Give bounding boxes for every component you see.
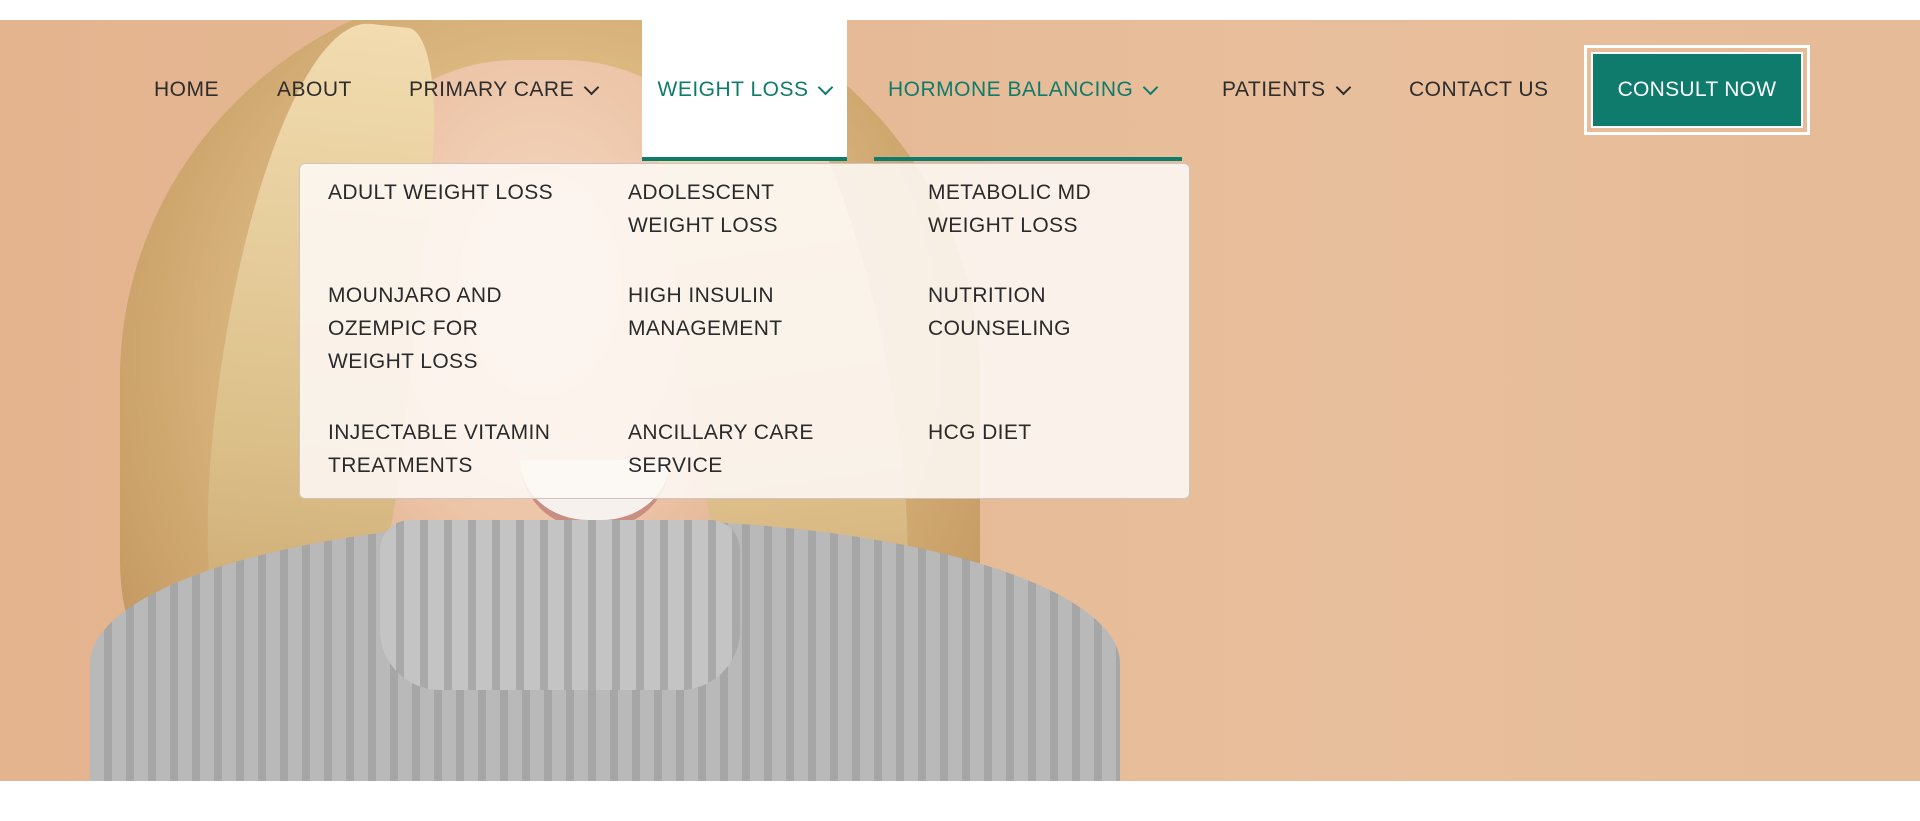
turtleneck-collar: [380, 520, 740, 690]
chevron-down-icon: [1143, 79, 1159, 95]
nav-item-primary-care[interactable]: PRIMARY CARE: [409, 20, 600, 160]
chevron-down-icon: [583, 79, 600, 95]
nav-item-label: PRIMARY CARE: [409, 78, 575, 101]
nav-item-label: ABOUT: [277, 78, 352, 101]
nav-item-label: HORMONE BALANCING: [888, 78, 1134, 101]
nav-item-label: HOME: [154, 78, 219, 101]
nav-item-label: PATIENTS: [1222, 78, 1326, 101]
nav-item-contact-us[interactable]: CONTACT US: [1409, 20, 1549, 160]
nav-item-weight-loss[interactable]: WEIGHT LOSS: [642, 20, 847, 160]
dropdown-item-hcg-diet[interactable]: HCG DIET: [928, 416, 1188, 449]
nav-item-label: CONTACT US: [1409, 78, 1549, 101]
nav-item-home[interactable]: HOME: [154, 20, 219, 160]
dropdown-item-metabolic-md-weight-loss[interactable]: METABOLIC MD WEIGHT LOSS: [928, 176, 1188, 242]
dropdown-item-adult-weight-loss[interactable]: ADULT WEIGHT LOSS: [328, 176, 588, 209]
main-navigation: HOME ABOUT PRIMARY CARE WEIGHT LOSS HORM…: [0, 20, 1920, 160]
consult-now-label: CONSULT NOW: [1591, 52, 1803, 128]
dropdown-item-injectable-vitamin-treatments[interactable]: INJECTABLE VITAMIN TREATMENTS: [328, 416, 588, 482]
consult-now-button[interactable]: CONSULT NOW: [1584, 45, 1810, 135]
dropdown-item-adolescent-weight-loss[interactable]: ADOLESCENT WEIGHT LOSS: [628, 176, 888, 242]
dropdown-item-mounjaro-ozempic[interactable]: MOUNJARO AND OZEMPIC FOR WEIGHT LOSS: [328, 279, 588, 378]
nav-item-patients[interactable]: PATIENTS: [1222, 20, 1351, 160]
hormone-balancing-hover-underline: [874, 157, 1182, 161]
chevron-down-icon: [818, 79, 834, 95]
nav-item-hormone-balancing[interactable]: HORMONE BALANCING: [888, 20, 1159, 160]
dropdown-item-high-insulin-management[interactable]: HIGH INSULIN MANAGEMENT: [628, 279, 888, 345]
dropdown-item-ancillary-care-service[interactable]: ANCILLARY CARE SERVICE: [628, 416, 888, 482]
dropdown-item-nutrition-counseling[interactable]: NUTRITION COUNSELING: [928, 279, 1188, 345]
weight-loss-active-underline: [642, 157, 847, 161]
chevron-down-icon: [1335, 79, 1351, 95]
weight-loss-dropdown-menu: ADULT WEIGHT LOSS ADOLESCENT WEIGHT LOSS…: [299, 163, 1190, 499]
nav-item-label: WEIGHT LOSS: [657, 78, 809, 101]
nav-item-about[interactable]: ABOUT: [277, 20, 352, 160]
